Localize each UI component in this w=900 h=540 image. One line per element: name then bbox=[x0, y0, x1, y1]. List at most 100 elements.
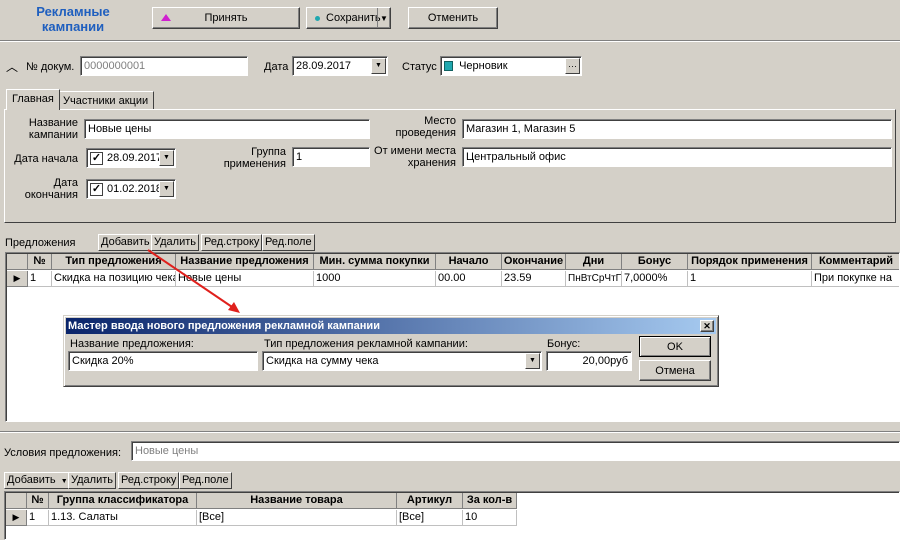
dialog-ok-label: OK bbox=[667, 340, 683, 353]
status-label: Статус bbox=[402, 61, 437, 73]
offers-cell-name: Новые цены bbox=[176, 271, 314, 287]
dialog-cancel-label: Отмена bbox=[655, 364, 695, 377]
offers-cell-days: ПнВтСрЧтП bbox=[566, 271, 622, 287]
offers-col-order[interactable]: Порядок применения bbox=[688, 254, 812, 270]
start-date-checkbox[interactable]: ✓ bbox=[90, 151, 103, 165]
cancel-label: Отменить bbox=[427, 12, 479, 24]
doc-number-label: № докум. bbox=[26, 61, 75, 73]
start-date-field[interactable]: ✓ 28.09.2017 ▼ bbox=[86, 148, 176, 168]
campaign-name-label-line2: кампании bbox=[28, 129, 78, 141]
cancel-button[interactable]: Отменить bbox=[408, 7, 498, 29]
new-offer-dialog: Мастер ввода нового предложения рекламно… bbox=[63, 315, 719, 387]
owner-label-line1: От имени места bbox=[374, 145, 456, 157]
conditions-col-num[interactable]: № bbox=[27, 493, 49, 509]
owner-label: От имени места хранения bbox=[370, 145, 456, 169]
offers-col-num[interactable]: № bbox=[28, 254, 52, 270]
end-date-field[interactable]: ✓ 01.02.2018 ▼ bbox=[86, 179, 176, 199]
offers-add-button[interactable]: Добавить bbox=[98, 234, 153, 251]
dialog-name-label: Название предложения: bbox=[70, 338, 194, 350]
dialog-bonus-field[interactable]: 20,00руб bbox=[546, 351, 632, 371]
conditions-edit-row-button[interactable]: Ред.строку bbox=[118, 472, 180, 489]
dropdown-arrow-icon[interactable]: ▼ bbox=[371, 58, 386, 74]
chevron-down-icon: ▼ bbox=[377, 8, 390, 28]
place-field[interactable]: Магазин 1, Магазин 5 bbox=[462, 119, 892, 139]
offers-cell-order: 1 bbox=[688, 271, 812, 287]
date-label: Дата bbox=[264, 61, 289, 73]
conditions-delete-button[interactable]: Удалить bbox=[68, 472, 116, 489]
doc-number-field[interactable]: 0000000001 bbox=[80, 56, 248, 76]
dialog-type-field[interactable]: Скидка на сумму чека ▼ bbox=[262, 351, 542, 371]
end-date-label-line1: Дата bbox=[53, 177, 78, 189]
offers-cell-type: Скидка на позицию чека bbox=[52, 271, 176, 287]
conditions-col-group[interactable]: Группа классификатора bbox=[49, 493, 197, 509]
offers-grid-indicator-header bbox=[7, 254, 28, 270]
app-title: Рекламные кампании bbox=[18, 4, 128, 34]
app-title-line1: Рекламные bbox=[36, 4, 110, 19]
dialog-cancel-button[interactable]: Отмена bbox=[639, 360, 711, 381]
end-date-dropdown-icon[interactable]: ▼ bbox=[159, 181, 174, 197]
offers-cell-start: 00.00 bbox=[436, 271, 502, 287]
splitter[interactable] bbox=[0, 431, 900, 433]
tab-main[interactable]: Главная bbox=[6, 89, 60, 110]
tab-participants[interactable]: Участники акции bbox=[57, 91, 155, 110]
conditions-cell-product: [Все] bbox=[197, 510, 397, 526]
conditions-edit-field-button[interactable]: Ред.поле bbox=[179, 472, 232, 489]
dialog-name-field[interactable]: Скидка 20% bbox=[68, 351, 258, 371]
group-label-line2: применения bbox=[223, 158, 286, 170]
conditions-col-product[interactable]: Название товара bbox=[197, 493, 397, 509]
offers-col-comment[interactable]: Комментарий bbox=[812, 254, 899, 270]
offers-edit-field-button[interactable]: Ред.поле bbox=[262, 234, 315, 251]
conditions-col-article[interactable]: Артикул bbox=[397, 493, 463, 509]
end-date-label-line2: окончания bbox=[24, 189, 78, 201]
accept-label: Принять bbox=[204, 12, 248, 24]
tab-participants-label: Участники акции bbox=[63, 95, 149, 107]
dialog-title-bar[interactable]: Мастер ввода нового предложения рекламно… bbox=[66, 318, 716, 334]
start-date-value: 28.09.2017 bbox=[107, 152, 163, 164]
conditions-cell-num: 1 bbox=[27, 510, 49, 526]
row-pointer-icon: ▶ bbox=[7, 271, 28, 287]
offers-cell-num: 1 bbox=[28, 271, 52, 287]
dialog-type-dropdown-icon[interactable]: ▼ bbox=[525, 353, 540, 369]
accept-button[interactable]: Принять bbox=[152, 7, 300, 29]
offers-col-name[interactable]: Название предложения bbox=[176, 254, 314, 270]
app-title-line2: кампании bbox=[41, 19, 105, 34]
campaign-name-field[interactable]: Новые цены bbox=[84, 119, 370, 139]
conditions-add-button[interactable]: Добавить ▼ bbox=[4, 472, 71, 489]
end-date-checkbox[interactable]: ✓ bbox=[90, 182, 103, 196]
close-icon[interactable]: ✕ bbox=[700, 320, 714, 332]
dialog-bonus-label: Бонус: bbox=[547, 338, 581, 350]
offers-col-min-sum[interactable]: Мин. сумма покупки bbox=[314, 254, 436, 270]
status-icon bbox=[444, 61, 453, 72]
offers-col-bonus[interactable]: Бонус bbox=[622, 254, 688, 270]
save-label: Сохранить bbox=[326, 12, 381, 24]
start-date-dropdown-icon[interactable]: ▼ bbox=[159, 150, 174, 166]
offers-col-start[interactable]: Начало bbox=[436, 254, 502, 270]
conditions-label: Условия предложения: bbox=[4, 447, 122, 459]
collapse-icon[interactable]: ︿ bbox=[6, 58, 18, 75]
conditions-add-label: Добавить bbox=[7, 474, 56, 486]
conditions-col-qty[interactable]: За кол-в bbox=[463, 493, 517, 509]
status-field[interactable]: Черновик ··· bbox=[440, 56, 582, 76]
header-divider bbox=[0, 40, 900, 42]
offers-col-type[interactable]: Тип предложения bbox=[52, 254, 176, 270]
conditions-grid: № Группа классификатора Название товара … bbox=[4, 491, 900, 540]
offers-col-end[interactable]: Окончание bbox=[502, 254, 566, 270]
offers-label: Предложения bbox=[5, 237, 76, 249]
ellipsis-icon[interactable]: ··· bbox=[565, 58, 580, 74]
offers-col-days[interactable]: Дни bbox=[566, 254, 622, 270]
dialog-title: Мастер ввода нового предложения рекламно… bbox=[68, 320, 380, 332]
status-value: Черновик bbox=[459, 60, 508, 72]
date-field[interactable]: 28.09.2017 ▼ bbox=[292, 56, 388, 76]
dialog-ok-button[interactable]: OK bbox=[639, 336, 711, 357]
owner-field[interactable]: Центральный офис bbox=[462, 147, 892, 167]
conditions-field: Новые цены bbox=[131, 441, 900, 461]
start-date-label: Дата начала bbox=[14, 153, 78, 165]
chevron-down-icon: ▼ bbox=[60, 478, 68, 485]
group-label-line1: Группа bbox=[251, 146, 286, 158]
offers-delete-button[interactable]: Удалить bbox=[151, 234, 199, 251]
offers-edit-row-button[interactable]: Ред.строку bbox=[201, 234, 263, 251]
offers-cell-bonus: 7,0000% bbox=[622, 271, 688, 287]
save-button[interactable]: Сохранить ▼ bbox=[306, 7, 391, 29]
group-field[interactable]: 1 bbox=[292, 147, 370, 167]
row-pointer-icon: ▶ bbox=[6, 510, 27, 526]
